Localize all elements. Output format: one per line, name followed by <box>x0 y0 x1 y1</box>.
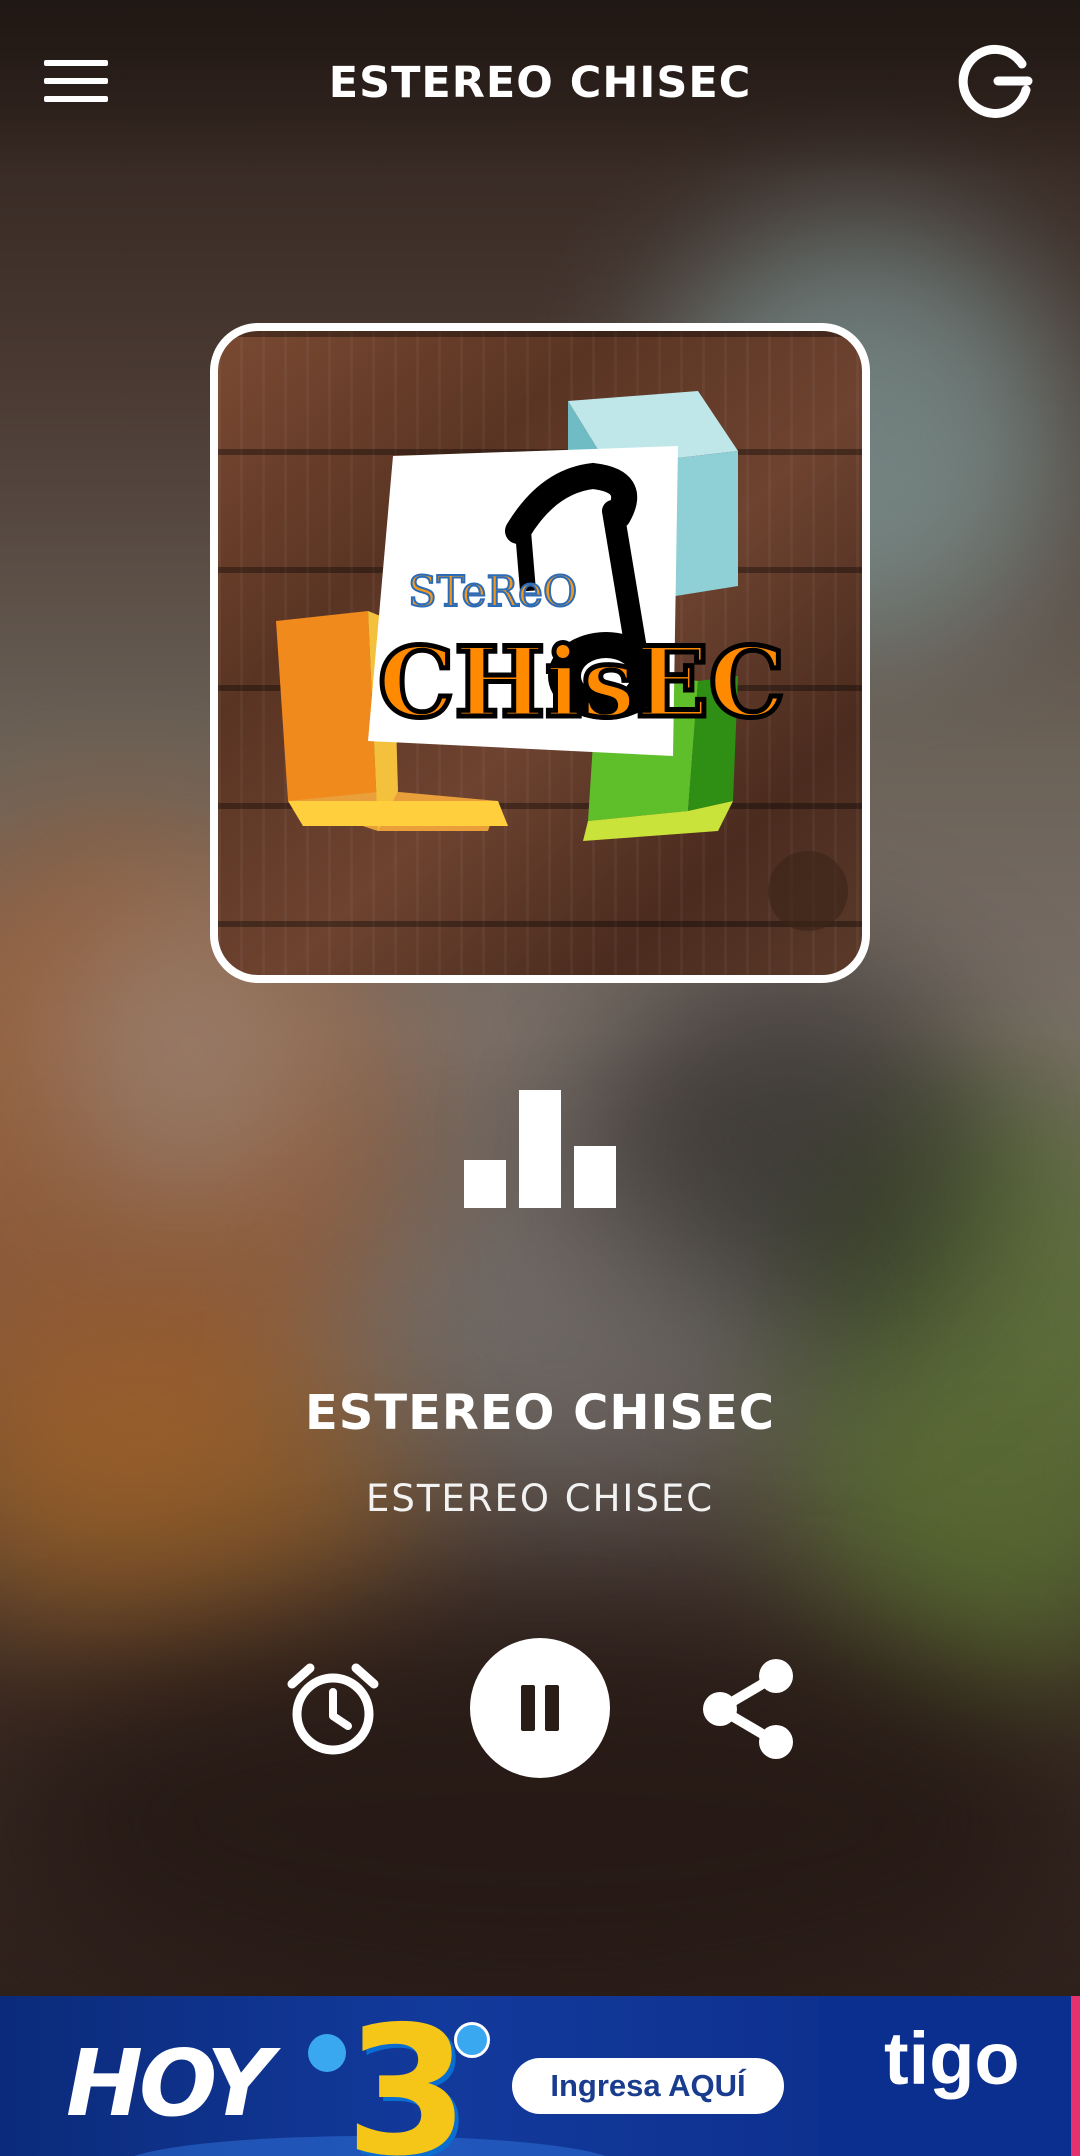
ad-brand-logo: tigo <box>884 2017 1020 2100</box>
logo-text-top: STeReO <box>408 567 577 616</box>
page-title: ESTEREO CHISEC <box>328 58 752 108</box>
alarm-clock-icon[interactable] <box>284 1660 382 1758</box>
phone-icon <box>308 2034 346 2072</box>
now-playing-subtitle: ESTEREO CHISEC <box>365 1477 715 1520</box>
now-playing-title: ESTEREO CHISEC <box>305 1385 775 1441</box>
station-artwork: STeReO CHisEC <box>210 323 870 983</box>
share-icon[interactable] <box>700 1658 796 1760</box>
ad-number: 3 <box>345 1996 469 2156</box>
equalizer-bars-icon <box>464 1090 616 1208</box>
ad-banner[interactable]: HOY 3 Ingresa AQUÍ tigo <box>0 1996 1080 2156</box>
ad-headline: HOY <box>66 2030 273 2137</box>
power-exit-icon[interactable] <box>956 42 1034 120</box>
pause-button[interactable] <box>470 1638 610 1778</box>
pause-icon <box>521 1685 535 1731</box>
globe-icon <box>454 2022 490 2058</box>
app-header: ESTEREO CHISEC <box>0 0 1080 175</box>
logo-text-main: CHisEC <box>378 626 785 739</box>
ad-cta-button[interactable]: Ingresa AQUÍ <box>512 2058 784 2114</box>
